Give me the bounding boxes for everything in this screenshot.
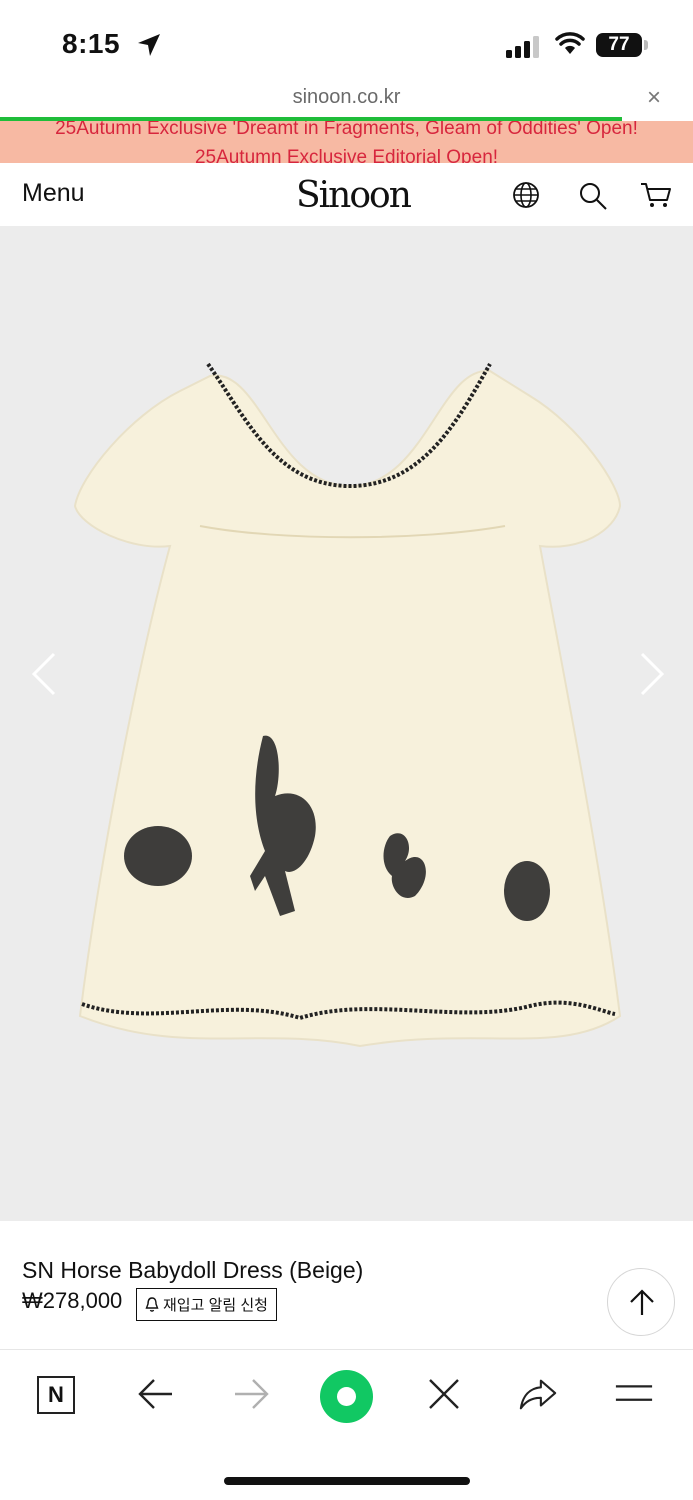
wifi-icon (555, 32, 585, 54)
forward-arrow-icon[interactable] (231, 1374, 271, 1414)
product-price: ₩278,000 (22, 1288, 123, 1313)
restock-alert-label: 재입고 알림 신청 (163, 1297, 268, 1314)
site-logo[interactable]: Sinoon (296, 175, 412, 216)
previous-image-arrow-icon[interactable] (30, 652, 60, 696)
product-info: SN Horse Babydoll Dress (Beige) ₩278,000… (0, 1221, 693, 1349)
battery-level: 77 (608, 34, 630, 55)
scroll-to-top-button[interactable] (607, 1268, 675, 1336)
site-header: Menu Sinoon (0, 163, 693, 226)
announcement-banner[interactable]: 25Autumn Exclusive 'Dreamt in Fragments,… (0, 121, 693, 163)
restock-alert-button[interactable]: 재입고 알림 신청 (136, 1288, 277, 1321)
search-icon[interactable] (578, 181, 608, 211)
arrow-up-icon (630, 1289, 654, 1315)
close-icon[interactable] (424, 1374, 464, 1414)
back-arrow-icon[interactable] (136, 1374, 176, 1414)
product-image (73, 362, 622, 1048)
menu-hamburger-icon[interactable] (614, 1374, 654, 1414)
share-icon[interactable] (518, 1374, 558, 1414)
location-arrow-icon (138, 34, 160, 56)
product-image-carousel[interactable] (0, 226, 693, 1221)
clock: 8:15 (62, 28, 121, 59)
url-text[interactable]: sinoon.co.kr (0, 86, 693, 109)
cart-icon[interactable] (640, 181, 672, 209)
status-bar: 8:15 77 (0, 0, 693, 90)
menu-button[interactable]: Menu (22, 179, 85, 208)
globe-icon[interactable] (512, 181, 540, 209)
next-image-arrow-icon[interactable] (636, 652, 666, 696)
green-home-button[interactable] (320, 1370, 373, 1423)
product-name: SN Horse Babydoll Dress (Beige) (22, 1257, 364, 1283)
home-indicator[interactable] (224, 1477, 470, 1485)
cell-signal-icon (506, 36, 539, 58)
naver-home-button[interactable]: N (37, 1376, 75, 1414)
battery-cap (644, 40, 648, 50)
announcement-line-1[interactable]: 25Autumn Exclusive 'Dreamt in Fragments,… (0, 121, 693, 140)
url-bar[interactable]: sinoon.co.kr × (0, 80, 693, 120)
bell-icon (145, 1296, 159, 1312)
announcement-line-2[interactable]: 25Autumn Exclusive Editorial Open! (0, 147, 693, 163)
close-tab-button[interactable]: × (647, 84, 661, 112)
